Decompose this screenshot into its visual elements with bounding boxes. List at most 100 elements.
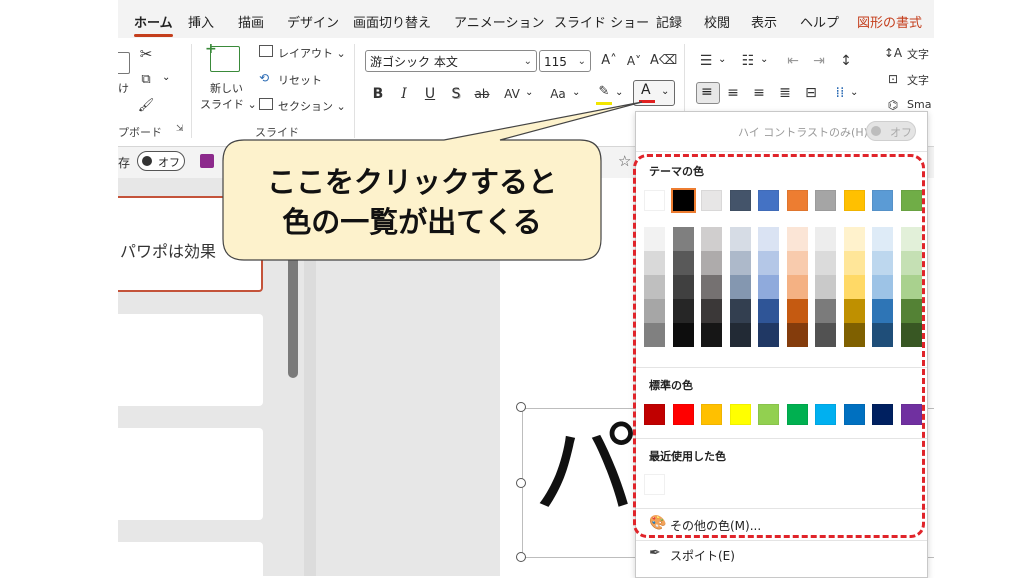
theme-shade-swatch[interactable] xyxy=(644,299,665,323)
tab-shape-format[interactable]: 図形の書式 xyxy=(857,12,922,31)
tab-insert[interactable]: 挿入 xyxy=(188,12,214,31)
theme-shade-swatch[interactable] xyxy=(872,251,893,275)
chevron-down-icon[interactable]: ⌄ xyxy=(615,87,623,98)
theme-shade-swatch[interactable] xyxy=(701,323,722,347)
smartart-button[interactable]: Sma xyxy=(907,98,931,111)
theme-color-swatch-3[interactable] xyxy=(701,190,722,211)
theme-shade-swatch[interactable] xyxy=(673,251,694,275)
tab-animations[interactable]: アニメーション xyxy=(454,12,544,31)
cut-icon[interactable]: ✂ xyxy=(136,44,156,64)
theme-shade-swatch[interactable] xyxy=(815,299,836,323)
theme-shade-swatch[interactable] xyxy=(673,275,694,299)
theme-shade-swatch[interactable] xyxy=(872,299,893,323)
text-direction-icon[interactable]: ↕A xyxy=(883,43,903,63)
layout-button[interactable]: レイアウト ⌄ xyxy=(278,45,346,61)
decrease-indent-icon[interactable]: ⇤ xyxy=(783,51,803,71)
grow-font-icon[interactable]: A˄ xyxy=(599,51,619,71)
theme-shade-swatch[interactable] xyxy=(701,299,722,323)
standard-color-swatch-1[interactable] xyxy=(644,404,665,425)
theme-shade-swatch[interactable] xyxy=(872,227,893,251)
layout-icon[interactable] xyxy=(259,45,273,57)
tab-record[interactable]: 記録 xyxy=(656,12,682,31)
theme-shade-swatch[interactable] xyxy=(844,323,865,347)
standard-color-swatch-9[interactable] xyxy=(872,404,893,425)
distributed-icon[interactable]: ⊟ xyxy=(801,83,821,103)
change-case-button[interactable]: Aa xyxy=(548,84,568,104)
new-slide-label-1[interactable]: 新しい xyxy=(210,80,243,96)
theme-shade-swatch[interactable] xyxy=(758,299,779,323)
text-shadow-button[interactable]: S xyxy=(446,84,466,104)
theme-shade-swatch[interactable] xyxy=(844,275,865,299)
theme-shade-swatch[interactable] xyxy=(844,251,865,275)
theme-shade-swatch[interactable] xyxy=(844,299,865,323)
resize-handle[interactable] xyxy=(516,402,526,412)
theme-shade-swatch[interactable] xyxy=(787,275,808,299)
theme-shade-swatch[interactable] xyxy=(787,299,808,323)
theme-shade-swatch[interactable] xyxy=(787,251,808,275)
theme-shade-swatch[interactable] xyxy=(701,275,722,299)
theme-shade-swatch[interactable] xyxy=(730,323,751,347)
reset-icon[interactable]: ⟲ xyxy=(259,71,269,85)
theme-shade-swatch[interactable] xyxy=(758,227,779,251)
copy-dropdown-chevron-icon[interactable]: ⌄ xyxy=(162,72,170,83)
theme-color-swatch-5[interactable] xyxy=(758,190,779,211)
line-spacing-icon[interactable]: ↕ xyxy=(836,51,856,71)
theme-shade-swatch[interactable] xyxy=(644,251,665,275)
theme-color-swatch-6[interactable] xyxy=(787,190,808,211)
theme-shade-swatch[interactable] xyxy=(644,323,665,347)
more-colors-item[interactable]: 🎨 その他の色(M)... xyxy=(646,514,916,536)
font-name-select[interactable]: 游ゴシック 本文 ⌄ xyxy=(365,50,537,72)
tab-help[interactable]: ヘルプ xyxy=(800,12,839,31)
numbering-icon[interactable]: ☷ xyxy=(738,51,758,71)
font-size-select[interactable]: 115 ⌄ xyxy=(539,50,591,72)
strikethrough-button[interactable]: ab xyxy=(472,84,492,104)
theme-color-swatch-2[interactable] xyxy=(671,188,696,213)
theme-shade-swatch[interactable] xyxy=(730,251,751,275)
slide-thumbnail[interactable] xyxy=(118,314,263,406)
theme-color-swatch-1[interactable] xyxy=(644,190,665,211)
tab-slideshow[interactable]: スライド ショー xyxy=(554,12,649,31)
theme-shade-swatch[interactable] xyxy=(787,323,808,347)
tab-draw[interactable]: 描画 xyxy=(238,12,264,31)
theme-shade-swatch[interactable] xyxy=(673,299,694,323)
theme-shade-swatch[interactable] xyxy=(901,323,922,347)
eyedropper-item[interactable]: ✒ スポイト(E) xyxy=(646,544,916,566)
tab-view[interactable]: 表示 xyxy=(751,12,777,31)
paste-label[interactable]: け xyxy=(118,80,129,96)
tab-home[interactable]: ホーム xyxy=(134,12,173,37)
slide-thumbnail[interactable] xyxy=(118,428,263,520)
resize-handle[interactable] xyxy=(516,478,526,488)
theme-shade-swatch[interactable] xyxy=(673,323,694,347)
new-slide-icon[interactable]: + xyxy=(205,41,240,72)
theme-shade-swatch[interactable] xyxy=(901,227,922,251)
shrink-font-icon[interactable]: A˅ xyxy=(624,51,644,71)
new-slide-label-2[interactable]: スライド ⌄ xyxy=(200,96,257,112)
theme-shade-swatch[interactable] xyxy=(758,251,779,275)
text-direction-button[interactable]: 文字 xyxy=(907,46,929,62)
theme-shade-swatch[interactable] xyxy=(815,251,836,275)
theme-color-swatch-7[interactable] xyxy=(815,190,836,211)
theme-shade-swatch[interactable] xyxy=(815,275,836,299)
standard-color-swatch-7[interactable] xyxy=(815,404,836,425)
theme-color-swatch-4[interactable] xyxy=(730,190,751,211)
theme-shade-swatch[interactable] xyxy=(644,227,665,251)
save-icon[interactable] xyxy=(200,154,214,168)
align-text-icon[interactable]: ⊡ xyxy=(883,69,903,89)
align-center-icon[interactable]: ≡ xyxy=(723,83,743,103)
theme-shade-swatch[interactable] xyxy=(673,227,694,251)
columns-icon[interactable]: ⁞⁞ xyxy=(830,83,850,103)
font-color-button[interactable]: A ⌄ xyxy=(633,80,675,106)
standard-color-swatch-3[interactable] xyxy=(701,404,722,425)
theme-shade-swatch[interactable] xyxy=(815,227,836,251)
slide-thumbnail[interactable] xyxy=(118,542,263,576)
standard-color-swatch-10[interactable] xyxy=(901,404,922,425)
chevron-down-icon[interactable]: ⌄ xyxy=(760,54,768,65)
autosave-toggle[interactable]: オフ xyxy=(137,151,185,171)
chevron-down-icon[interactable]: ⌄ xyxy=(718,54,726,65)
chevron-down-icon[interactable]: ⌄ xyxy=(572,87,580,98)
standard-color-swatch-8[interactable] xyxy=(844,404,865,425)
theme-shade-swatch[interactable] xyxy=(901,251,922,275)
theme-shade-swatch[interactable] xyxy=(758,323,779,347)
tab-transitions[interactable]: 画面切り替え xyxy=(353,12,431,31)
chevron-down-icon[interactable]: ⌄ xyxy=(850,87,858,98)
